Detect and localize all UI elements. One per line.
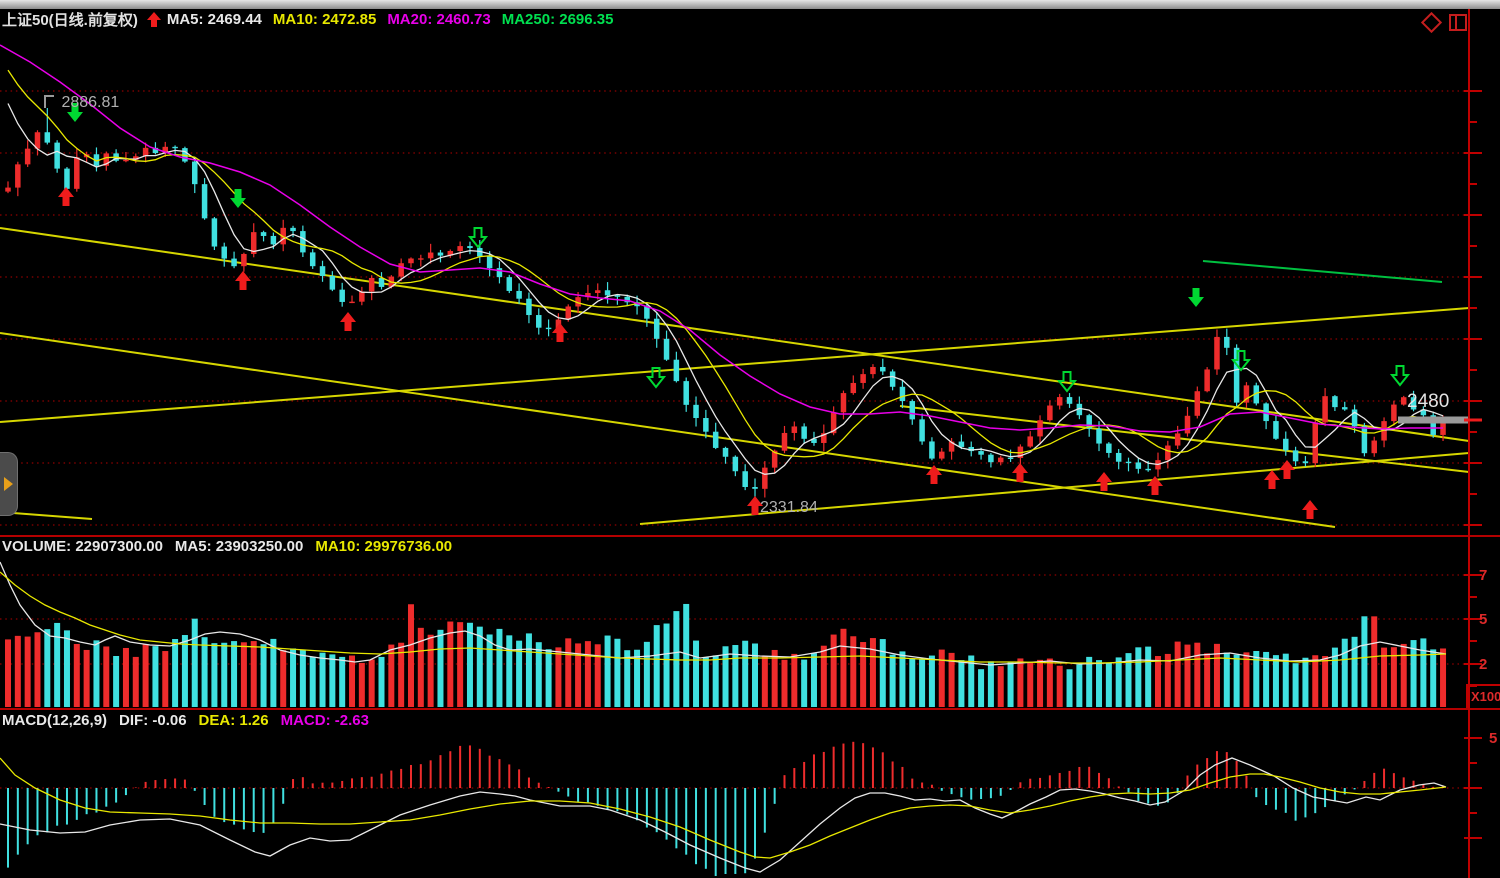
chart-header: 上证50(日线.前复权) MA5: 2469.44 MA10: 2472.85 …: [2, 10, 624, 29]
dea-value: DEA: 1.26: [199, 712, 269, 729]
candlestick-series: [5, 132, 1446, 489]
volume-axis-label-7: 7: [1479, 567, 1487, 584]
app-window: 上证50(日线.前复权) MA5: 2469.44 MA10: 2472.85 …: [0, 0, 1500, 878]
high-marker-icon: [44, 95, 54, 108]
volume-unit-label: X100: [1466, 684, 1500, 708]
volume-value: VOLUME: 22907300.00: [2, 538, 163, 555]
dif-value: DIF: -0.06: [119, 712, 187, 729]
ma5-line: [8, 104, 1443, 475]
volume-ma10-value: MA10: 29976736.00: [315, 538, 452, 555]
volume-axis-label-5: 5: [1479, 611, 1487, 628]
dif-line: [0, 758, 1446, 872]
ma250-value: MA250: 2696.35: [502, 11, 614, 28]
up-arrow-icon: [146, 11, 162, 29]
macd-value: MACD: -2.63: [281, 712, 369, 729]
sidebar-expand-tab[interactable]: [0, 452, 18, 516]
last-price-label: 2480: [1407, 391, 1449, 413]
ma5-value: MA5: 2469.44: [167, 11, 262, 28]
volume-pane-header: VOLUME: 22907300.00 MA5: 23903250.00 MA1…: [2, 538, 464, 555]
split-window-icon[interactable]: [1449, 14, 1467, 31]
ma10-value: MA10: 2472.85: [273, 11, 376, 28]
macd-pane-header: MACD(12,26,9) DIF: -0.06 DEA: 1.26 MACD:…: [2, 712, 381, 729]
window-controls: [1424, 14, 1467, 31]
dea-line: [0, 758, 1446, 858]
signal-arrows: [58, 103, 1408, 519]
low-price-annotation: 2331.84: [760, 499, 818, 517]
macd-axis-label-5: 5: [1489, 730, 1497, 747]
axes: [0, 9, 1500, 878]
macd-histogram: [7, 742, 1444, 876]
volume-axis-label-2: 2: [1479, 656, 1487, 673]
diamond-icon[interactable]: [1421, 12, 1442, 33]
macd-name: MACD(12,26,9): [2, 712, 107, 729]
ma20-value: MA20: 2460.73: [387, 11, 490, 28]
volume-ma5-value: MA5: 23903250.00: [175, 538, 303, 555]
symbol-title: 上证50(日线.前复权): [2, 9, 138, 30]
chart-canvas[interactable]: [0, 0, 1500, 878]
expand-arrow-icon: [4, 477, 13, 491]
high-price-annotation: 2886.81: [44, 94, 119, 112]
ma250-line: [1203, 261, 1442, 282]
trendlines: [0, 228, 1469, 527]
